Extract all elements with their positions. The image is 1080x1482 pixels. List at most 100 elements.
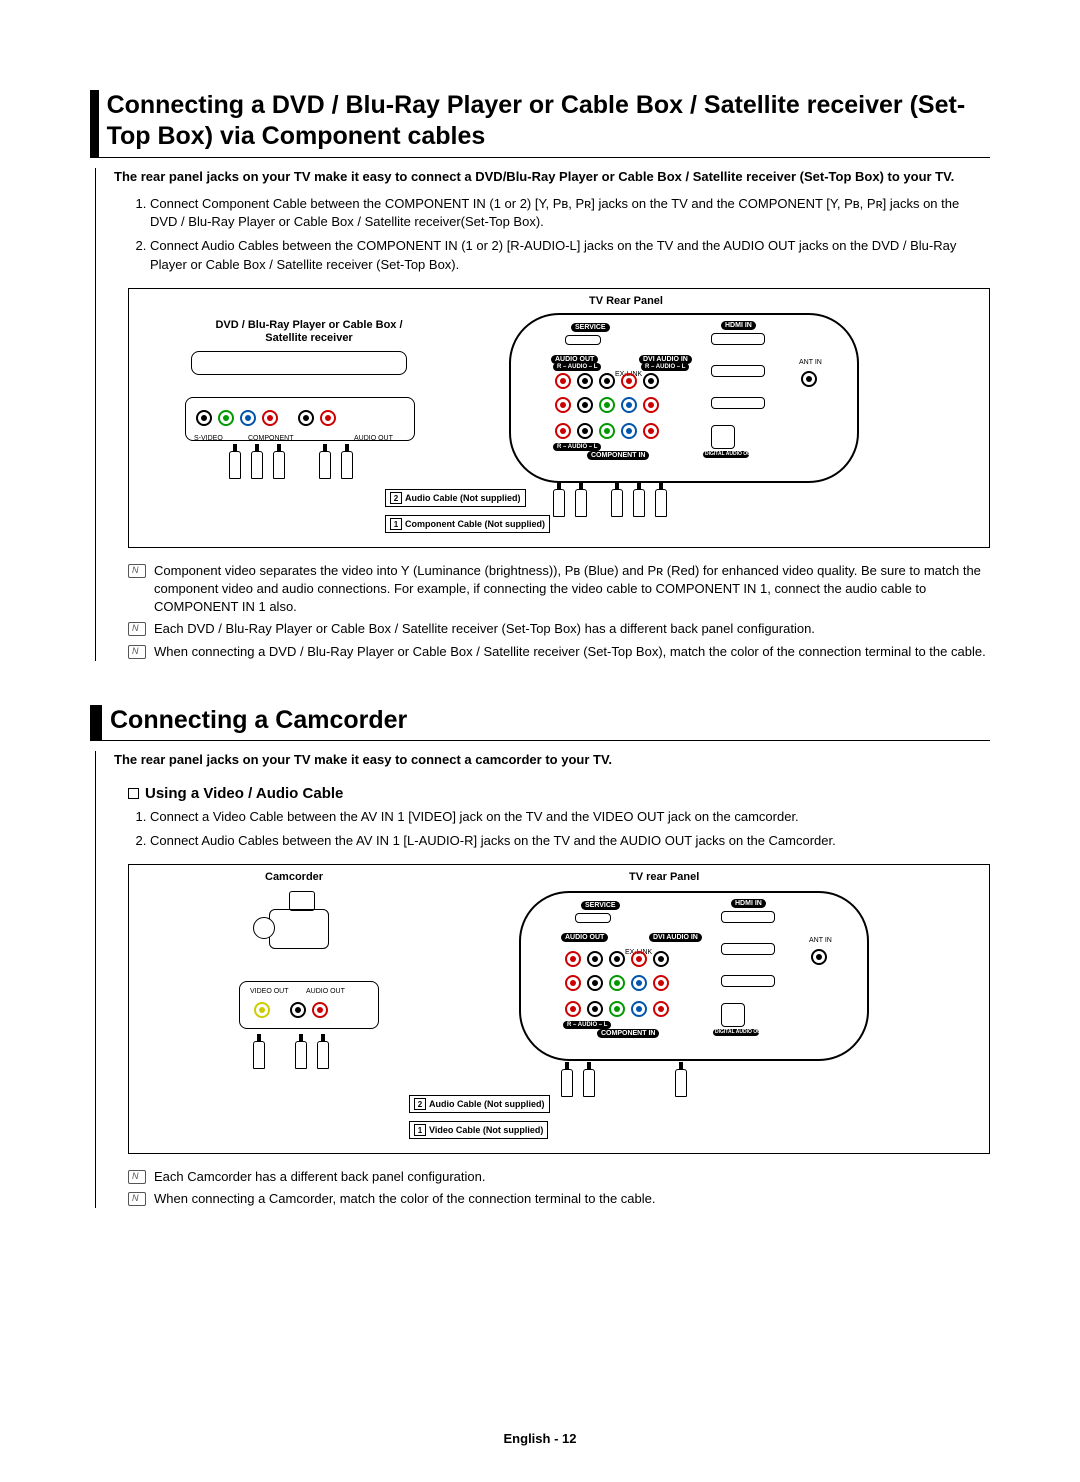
header-tick-1 <box>90 90 99 157</box>
tv-rear-panel-label: TV Rear Panel <box>589 295 663 308</box>
section1-step-1: Connect Component Cable between the COMP… <box>150 195 990 231</box>
hdmi-in-label: HDMI IN <box>721 321 756 330</box>
tv-rear-panel-2: SERVICE HDMI IN AUDIO OUT DVI AUDIO IN E… <box>519 891 869 1061</box>
videoout-cap: VIDEO OUT <box>250 988 289 995</box>
section2-step-1: Connect a Video Cable between the AV IN … <box>150 808 990 826</box>
cam-audio-l-jack <box>290 1002 306 1018</box>
section-header-2: Connecting a Camcorder <box>90 705 990 741</box>
tv-comp2-pr <box>643 397 659 413</box>
section1-note-2: Each DVD / Blu-Ray Player or Cable Box /… <box>128 620 990 638</box>
service-port-label: SERVICE <box>571 323 610 332</box>
ant-in-label: ANT IN <box>799 359 822 366</box>
tv-avin-audio-r <box>565 1001 581 1017</box>
ant-in-label-2: ANT IN <box>809 937 832 944</box>
section-title-2: Connecting a Camcorder <box>110 705 407 740</box>
audioout-cap2: AUDIO OUT <box>306 988 345 995</box>
tv-comp2-y <box>599 397 615 413</box>
section2-notes: Each Camcorder has a different back pane… <box>128 1168 990 1208</box>
diagram-camcorder-connection: Camcorder TV rear Panel VIDEO OUT AUDIO … <box>128 864 990 1154</box>
component-cable-tag: 1Component Cable (Not supplied) <box>385 515 550 533</box>
tv-audioout-r <box>555 373 571 389</box>
svideo-caption: S-VIDEO <box>194 435 223 442</box>
camcorder-jackpanel: VIDEO OUT AUDIO OUT <box>239 981 379 1029</box>
hdmi-port-1 <box>711 333 765 345</box>
device-audio-r-jack <box>320 410 336 426</box>
section1-note-1: Component video separates the video into… <box>128 562 990 617</box>
hdmi-port-2 <box>711 365 765 377</box>
section-header-1: Connecting a DVD / Blu-Ray Player or Cab… <box>90 90 990 158</box>
video-cable-tag: 1Video Cable (Not supplied) <box>409 1121 548 1139</box>
tv-plugs <box>553 489 667 517</box>
tv-rear-panel-label-2: TV rear Panel <box>629 871 699 884</box>
tv-avin-audio-l <box>587 1001 603 1017</box>
device-component-pb-jack <box>240 410 256 426</box>
tv-comp1-pb <box>621 423 637 439</box>
dvd-player-backpanel: S-VIDEO COMPONENT AUDIO OUT <box>185 397 415 441</box>
camcorder-body <box>259 889 339 959</box>
audio-lr-label-1: R – AUDIO – L <box>553 363 601 371</box>
digital-audio-label-2: DIGITAL AUDIO OUT (OPTICAL) <box>713 1029 759 1036</box>
component-in-label: COMPONENT IN <box>587 451 649 460</box>
cam-video-jack <box>254 1002 270 1018</box>
service-port-label-2: SERVICE <box>581 901 620 910</box>
audio-cable-tag-2: 2Audio Cable (Not supplied) <box>409 1095 550 1113</box>
section1-notes: Component video separates the video into… <box>128 562 990 661</box>
device-component-y-jack <box>218 410 234 426</box>
section1-intro: The rear panel jacks on your TV make it … <box>114 168 990 186</box>
section2-note-2: When connecting a Camcorder, match the c… <box>128 1190 990 1208</box>
audio-lr-label-2: R – AUDIO – L <box>641 363 689 371</box>
ant-in-jack <box>801 371 817 387</box>
audio-out-label-2: AUDIO OUT <box>561 933 608 942</box>
digital-audio-port-2 <box>721 1003 745 1027</box>
tv-dviaudio-r <box>621 373 637 389</box>
tv-comp1-y <box>599 423 615 439</box>
section-body-2: The rear panel jacks on your TV make it … <box>95 751 990 1208</box>
service-port <box>565 335 601 345</box>
tv-comp2-audio-l <box>577 397 593 413</box>
tv-comp1-audio-r <box>555 423 571 439</box>
tv-exlink <box>599 373 615 389</box>
hdmi-port-1b <box>721 911 775 923</box>
tv-plugs-2 <box>561 1069 687 1097</box>
section2-steps: Connect a Video Cable between the AV IN … <box>150 808 990 850</box>
service-port-2 <box>575 913 611 923</box>
hdmi-port-3 <box>711 397 765 409</box>
tv-comp2-audio-r <box>555 397 571 413</box>
section2-intro: The rear panel jacks on your TV make it … <box>114 751 990 769</box>
device-label: DVD / Blu-Ray Player or Cable Box / Sate… <box>199 319 419 345</box>
audio-cable-tag: 2Audio Cable (Not supplied) <box>385 489 526 507</box>
avin-audio-label-2: R – AUDIO – L <box>563 1021 611 1029</box>
header-tick-2 <box>90 705 102 740</box>
tv-rear-panel: SERVICE HDMI IN AUDIO OUT DVI AUDIO IN E… <box>509 313 859 483</box>
tv-dviaudio-l <box>643 373 659 389</box>
device-plugs <box>229 451 353 479</box>
audioout-caption: AUDIO OUT <box>354 435 393 442</box>
camcorder-plugs <box>253 1041 329 1069</box>
hdmi-port-3b <box>721 975 775 987</box>
digital-audio-port <box>711 425 735 449</box>
tv-comp2-pb <box>621 397 637 413</box>
cam-audio-r-jack <box>312 1002 328 1018</box>
section1-note-3: When connecting a DVD / Blu-Ray Player o… <box>128 643 990 661</box>
dvi-audio-in-label-2: DVI AUDIO IN <box>649 933 702 942</box>
camcorder-label: Camcorder <box>265 871 323 884</box>
page-footer: English - 12 <box>0 1431 1080 1446</box>
section2-note-1: Each Camcorder has a different back pane… <box>128 1168 990 1186</box>
component-in-label-2: COMPONENT IN <box>597 1029 659 1038</box>
section2-subhead: Using a Video / Audio Cable <box>128 785 990 802</box>
device-svideo-jack <box>196 410 212 426</box>
device-component-pr-jack <box>262 410 278 426</box>
section1-step-2: Connect Audio Cables between the COMPONE… <box>150 237 990 273</box>
tv-comp1-pr <box>643 423 659 439</box>
ant-in-jack-2 <box>811 949 827 965</box>
section-body-1: The rear panel jacks on your TV make it … <box>95 168 990 661</box>
hdmi-in-label-2: HDMI IN <box>731 899 766 908</box>
component-caption: COMPONENT <box>248 435 294 442</box>
tv-comp1-audio-l <box>577 423 593 439</box>
avin-audio-label: R – AUDIO – L <box>553 443 601 451</box>
section-title-1: Connecting a DVD / Blu-Ray Player or Cab… <box>107 90 990 157</box>
hdmi-port-2b <box>721 943 775 955</box>
section2-step-2: Connect Audio Cables between the AV IN 1… <box>150 832 990 850</box>
device-audio-l-jack <box>298 410 314 426</box>
section1-steps: Connect Component Cable between the COMP… <box>150 195 990 274</box>
